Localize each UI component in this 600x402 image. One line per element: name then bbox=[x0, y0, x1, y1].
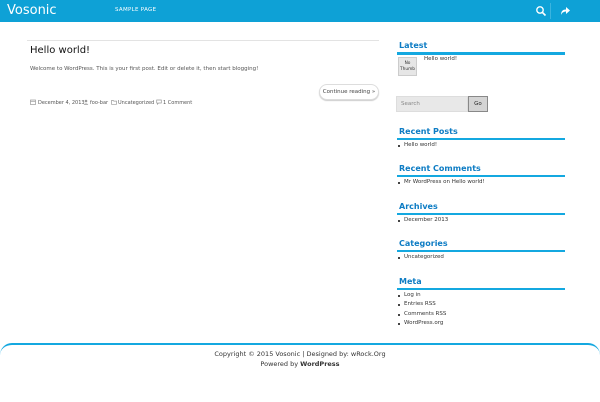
recent-comment-link[interactable]: Mr WordPress on Hello world! bbox=[404, 179, 485, 185]
widget-underline bbox=[397, 138, 565, 140]
widget-underline bbox=[397, 213, 565, 215]
meta-link-login[interactable]: Log in bbox=[404, 292, 421, 298]
footer-powered-by: Powered by WordPress bbox=[0, 360, 600, 368]
post-excerpt: Welcome to WordPress. This is your first… bbox=[30, 66, 259, 72]
widget-underline bbox=[397, 250, 565, 252]
post-category[interactable]: Uncategorized bbox=[118, 100, 154, 106]
continue-reading-button[interactable]: Continue reading » bbox=[319, 84, 379, 100]
wordpress-link[interactable]: WordPress bbox=[300, 360, 339, 368]
calendar-icon bbox=[30, 99, 36, 105]
recent-post-link[interactable]: Hello world! bbox=[404, 142, 437, 148]
widget-underline bbox=[397, 52, 565, 55]
list-bullet bbox=[398, 220, 400, 222]
post-date[interactable]: December 4, 2013 bbox=[38, 100, 85, 106]
widget-title-categories: Categories bbox=[399, 239, 448, 248]
list-bullet bbox=[398, 145, 400, 147]
header-divider bbox=[550, 3, 551, 19]
list-bullet bbox=[398, 295, 400, 297]
widget-underline bbox=[397, 175, 565, 177]
meta-link-comments-rss[interactable]: Comments RSS bbox=[404, 311, 446, 317]
post-author[interactable]: foo-bar bbox=[90, 100, 108, 106]
search-go-button[interactable]: Go bbox=[468, 96, 488, 112]
meta-link-wordpress-org[interactable]: WordPress.org bbox=[404, 320, 443, 326]
site-title[interactable]: Vosonic bbox=[7, 3, 57, 19]
widget-title-meta: Meta bbox=[399, 277, 422, 286]
list-bullet bbox=[398, 304, 400, 306]
top-header: Vosonic SAMPLE PAGE bbox=[0, 0, 600, 22]
list-bullet bbox=[398, 257, 400, 259]
latest-post-link[interactable]: Hello world! bbox=[424, 56, 457, 62]
category-link[interactable]: Uncategorized bbox=[404, 254, 444, 260]
widget-title-recent-comments: Recent Comments bbox=[399, 164, 481, 173]
post-title[interactable]: Hello world! bbox=[30, 45, 90, 56]
list-bullet bbox=[398, 314, 400, 316]
no-thumb-image[interactable]: No Thumb bbox=[398, 57, 417, 76]
nav-sample-page[interactable]: SAMPLE PAGE bbox=[115, 7, 156, 13]
list-bullet bbox=[398, 323, 400, 325]
widget-title-latest: Latest bbox=[399, 41, 428, 50]
user-icon bbox=[83, 99, 89, 105]
search-icon[interactable] bbox=[535, 5, 547, 17]
widget-title-recent-posts: Recent Posts bbox=[399, 127, 458, 136]
footer-copyright: Copyright © 2015 Vosonic | Designed by: … bbox=[214, 350, 386, 358]
folder-icon bbox=[111, 99, 117, 105]
share-icon[interactable] bbox=[559, 5, 571, 17]
list-bullet bbox=[398, 182, 400, 184]
archive-link[interactable]: December 2013 bbox=[404, 217, 448, 223]
meta-link-entries-rss[interactable]: Entries RSS bbox=[404, 301, 436, 307]
search-input[interactable]: Search bbox=[396, 96, 468, 112]
comment-icon bbox=[156, 99, 162, 105]
widget-title-archives: Archives bbox=[399, 202, 438, 211]
powered-by-prefix: Powered by bbox=[260, 360, 301, 368]
post-comments-link[interactable]: 1 Comment bbox=[163, 100, 192, 106]
widget-underline bbox=[397, 288, 565, 290]
